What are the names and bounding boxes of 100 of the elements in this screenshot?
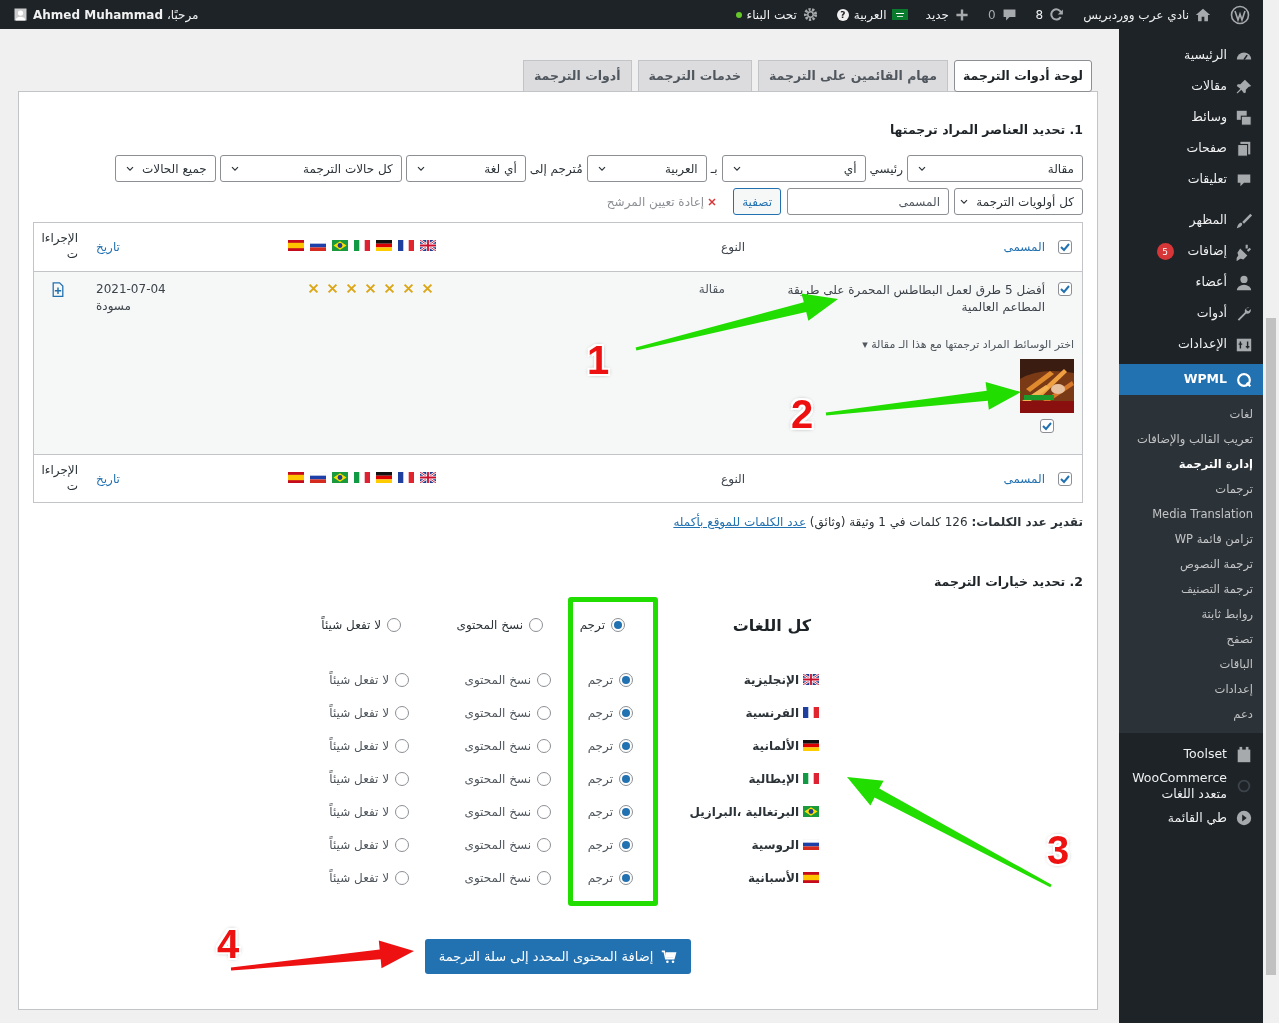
- dropdown[interactable]: أي لغة: [405, 155, 526, 182]
- checkbox[interactable]: [1040, 419, 1054, 433]
- radio-button[interactable]: [619, 870, 633, 885]
- option-label[interactable]: لا تفعل شيئاً: [329, 672, 389, 687]
- option-label[interactable]: نسخ المحتوى: [456, 618, 523, 632]
- option-label[interactable]: ترجم: [587, 705, 613, 720]
- radio-button[interactable]: [537, 705, 551, 720]
- radio-button[interactable]: [537, 771, 551, 786]
- radio-button[interactable]: [537, 672, 551, 687]
- submenu-item[interactable]: ترجمة النصوص: [1119, 552, 1263, 577]
- radio-button[interactable]: [387, 618, 401, 632]
- radio-button[interactable]: [619, 771, 633, 786]
- option-label[interactable]: لا تفعل شيئاً: [329, 705, 389, 720]
- option-label[interactable]: نسخ المحتوى: [464, 804, 531, 819]
- column-header[interactable]: المسمى: [1003, 472, 1045, 486]
- option-label[interactable]: نسخ المحتوى: [464, 672, 531, 687]
- word-count-link[interactable]: عدد الكلمات للموقع بأكمله: [673, 515, 807, 529]
- radio-button[interactable]: [395, 705, 409, 720]
- radio-button[interactable]: [619, 672, 633, 687]
- radio-button[interactable]: [611, 618, 625, 632]
- menu-item[interactable]: أدوات: [1119, 298, 1263, 329]
- scrollbar-thumb[interactable]: [1266, 318, 1276, 975]
- submenu-item[interactable]: إعدادات: [1119, 677, 1263, 702]
- radio-button[interactable]: [395, 738, 409, 753]
- search-field[interactable]: المسمى: [787, 188, 949, 215]
- menu-item[interactable]: تعليقات: [1119, 164, 1263, 195]
- submenu-item[interactable]: روابط ثابتة: [1119, 602, 1263, 627]
- option-label[interactable]: لا تفعل شيئاً: [329, 870, 389, 885]
- option-label[interactable]: لا تفعل شيئاً: [321, 618, 381, 632]
- dropdown[interactable]: مقالة: [907, 155, 1083, 182]
- column-header[interactable]: المسمى: [1003, 240, 1045, 254]
- option-label[interactable]: ترجم: [579, 618, 605, 632]
- filter-button[interactable]: تصفية: [733, 188, 781, 215]
- radio-button[interactable]: [619, 837, 633, 852]
- option-label[interactable]: ترجم: [587, 738, 613, 753]
- option-label[interactable]: لا تفعل شيئاً: [329, 804, 389, 819]
- option-label[interactable]: نسخ المحتوى: [464, 870, 531, 885]
- submenu-item[interactable]: لغات: [1119, 402, 1263, 427]
- option-label[interactable]: ترجم: [587, 837, 613, 852]
- submenu-item[interactable]: تزامن قائمة WP: [1119, 527, 1263, 552]
- radio-button[interactable]: [537, 804, 551, 819]
- checkbox[interactable]: [1057, 472, 1072, 486]
- tab[interactable]: لوحة أدوات الترجمة: [954, 60, 1092, 92]
- help-icon[interactable]: ?: [836, 8, 849, 21]
- menu-item[interactable]: Toolset: [1119, 739, 1263, 770]
- option-label[interactable]: ترجم: [587, 771, 613, 786]
- option-label[interactable]: ترجم: [587, 804, 613, 819]
- radio-button[interactable]: [529, 618, 543, 632]
- add-to-basket-button[interactable]: إضافة المحتوى المحدد إلى سلة الترجمة: [424, 939, 692, 974]
- dropdown[interactable]: أي: [721, 155, 866, 182]
- radio-button[interactable]: [395, 672, 409, 687]
- submenu-item[interactable]: الباقات: [1119, 652, 1263, 677]
- column-header[interactable]: تاريخ: [96, 472, 120, 486]
- option-label[interactable]: لا تفعل شيئاً: [329, 837, 389, 852]
- checkbox[interactable]: [1057, 282, 1072, 296]
- radio-button[interactable]: [395, 804, 409, 819]
- radio-button[interactable]: [537, 738, 551, 753]
- radio-button[interactable]: [395, 837, 409, 852]
- submenu-item[interactable]: إدارة الترجمة: [1119, 452, 1263, 477]
- dropdown[interactable]: العربية: [586, 155, 707, 182]
- menu-item[interactable]: طي القائمة: [1119, 802, 1263, 834]
- tab[interactable]: مهام القائمين على الترجمة: [757, 60, 949, 91]
- submenu-item[interactable]: دعم: [1119, 702, 1263, 727]
- option-label[interactable]: ترجم: [587, 672, 613, 687]
- submenu-item[interactable]: ترجمة التصنيف: [1119, 577, 1263, 602]
- maintenance-status[interactable]: تحت البناء: [746, 7, 797, 22]
- radio-button[interactable]: [395, 870, 409, 885]
- menu-item[interactable]: WPML: [1119, 364, 1263, 395]
- language-switcher[interactable]: العربية: [853, 7, 887, 22]
- menu-item[interactable]: المظهر: [1119, 205, 1263, 236]
- submenu-item[interactable]: Media Translation: [1119, 502, 1263, 527]
- option-label[interactable]: نسخ المحتوى: [464, 837, 531, 852]
- submenu-item[interactable]: ترجمات: [1119, 477, 1263, 502]
- new-link[interactable]: جديد: [925, 7, 949, 22]
- menu-item[interactable]: الرئيسية: [1119, 40, 1263, 71]
- site-name[interactable]: نادي عرب ووردبريس: [1083, 7, 1189, 22]
- option-label[interactable]: نسخ المحتوى: [464, 705, 531, 720]
- column-header[interactable]: تاريخ: [96, 240, 120, 254]
- option-label[interactable]: ترجم: [587, 870, 613, 885]
- option-label[interactable]: نسخ المحتوى: [464, 771, 531, 786]
- checkbox[interactable]: [1057, 240, 1072, 254]
- dropdown[interactable]: كل أولويات الترجمة: [954, 188, 1083, 215]
- tab[interactable]: أدوات الترجمة: [523, 60, 632, 91]
- menu-item[interactable]: مقالات: [1119, 71, 1263, 102]
- comment-count[interactable]: 0: [987, 7, 996, 22]
- option-label[interactable]: لا تفعل شيئاً: [329, 771, 389, 786]
- menu-item[interactable]: الإعدادات: [1119, 329, 1263, 360]
- submenu-item[interactable]: تعريب القالب والإضافات: [1119, 427, 1263, 452]
- menu-item[interactable]: WooCommerce متعدد اللغات: [1119, 770, 1263, 803]
- radio-button[interactable]: [619, 804, 633, 819]
- radio-button[interactable]: [537, 870, 551, 885]
- radio-button[interactable]: [537, 837, 551, 852]
- menu-item[interactable]: وسائط: [1119, 102, 1263, 133]
- dropdown[interactable]: جميع الحالات: [114, 155, 216, 182]
- radio-button[interactable]: [619, 738, 633, 753]
- menu-item[interactable]: أعضاء: [1119, 267, 1263, 298]
- radio-button[interactable]: [395, 771, 409, 786]
- option-label[interactable]: لا تفعل شيئاً: [329, 738, 389, 753]
- option-label[interactable]: نسخ المحتوى: [464, 738, 531, 753]
- radio-button[interactable]: [619, 705, 633, 720]
